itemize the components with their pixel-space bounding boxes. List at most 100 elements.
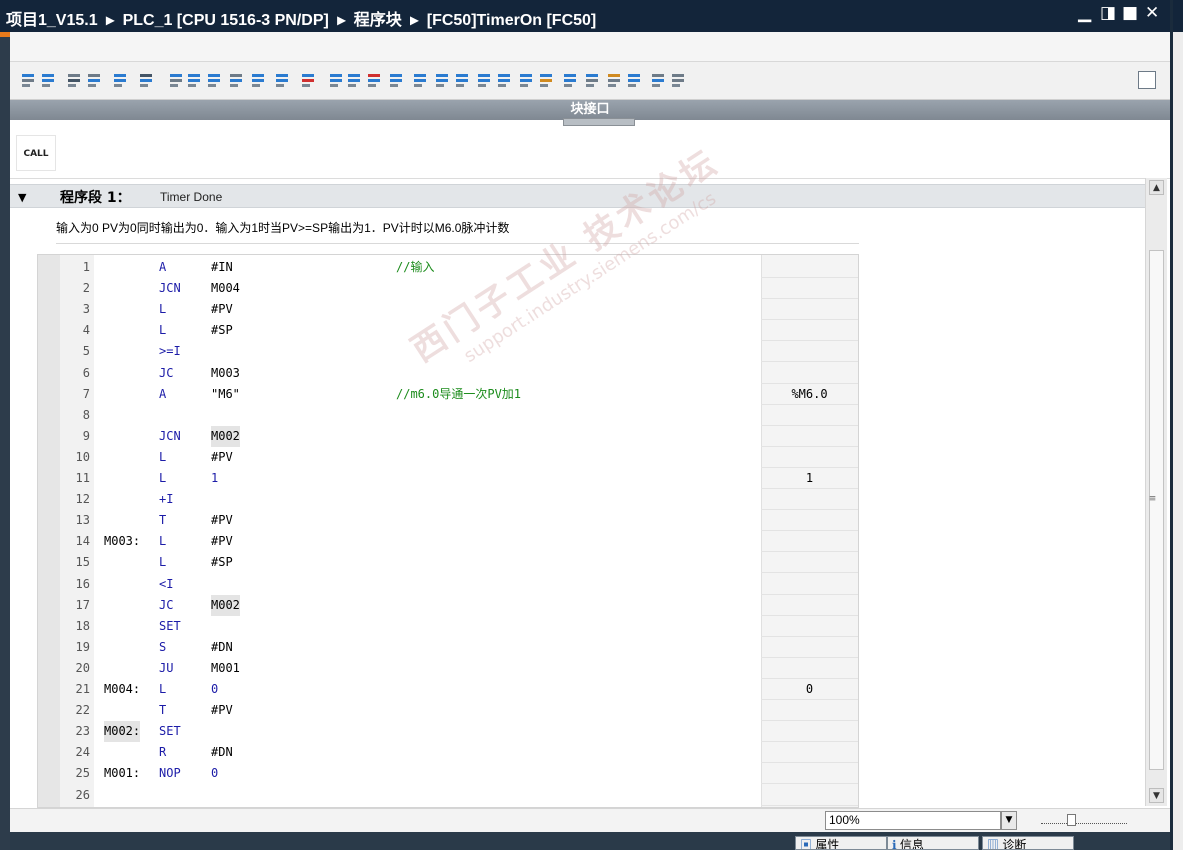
instruction: SET <box>159 724 181 739</box>
insert-network-icon[interactable] <box>20 71 38 89</box>
code-line[interactable]: 18 SET <box>38 616 858 637</box>
monitoring-on-icon[interactable] <box>650 71 668 89</box>
download-icon[interactable] <box>388 71 406 89</box>
show-comments-icon[interactable] <box>228 71 246 89</box>
instruction: >=I <box>159 344 181 359</box>
zoom-select[interactable]: 100% <box>825 811 1001 830</box>
code-line[interactable]: 9 JCN M002 <box>38 425 858 447</box>
call-button[interactable]: CALL <box>16 135 56 171</box>
zoom-slider[interactable] <box>1041 813 1127 829</box>
close-all-networks-icon[interactable] <box>562 71 580 89</box>
operand: 0 <box>211 766 219 781</box>
toggle-panel-icon[interactable] <box>1138 71 1156 89</box>
restore-icon[interactable]: ◨ <box>1100 3 1116 23</box>
operand: 1 <box>211 471 219 485</box>
instruction: L <box>159 534 167 549</box>
block-interface-bar[interactable]: 块接口 <box>10 100 1170 126</box>
code-line[interactable]: 7 A "M6" //m6.0导通一次PV加1 %M6.0 <box>38 384 858 405</box>
delete-network-icon[interactable] <box>40 71 58 89</box>
absolute-operands-icon[interactable] <box>186 71 204 89</box>
zoom-slider-knob[interactable] <box>1067 814 1076 826</box>
instruction-palette: CALL <box>10 127 1170 179</box>
status-zoom-bar: 100% ▼ <box>10 808 1170 832</box>
tab-diagnostics[interactable]: ▥ 诊断 <box>982 836 1074 850</box>
show-comments-icon[interactable] <box>626 71 644 89</box>
close-icon[interactable]: ✕ <box>1145 3 1159 23</box>
operand: #SP <box>211 555 233 570</box>
code-line[interactable]: 15 L #SP <box>38 552 858 574</box>
settings-icon[interactable] <box>412 71 430 89</box>
insert-row-icon[interactable] <box>66 71 84 89</box>
code-line[interactable]: 19 S #DN <box>38 637 858 658</box>
breakpoint-icon[interactable] <box>670 71 688 89</box>
right-task-panel[interactable] <box>1170 0 1183 850</box>
network-title[interactable]: Timer Done <box>160 190 222 204</box>
chevron-down-icon[interactable]: ▼ <box>1001 811 1017 830</box>
code-line[interactable]: 8 <box>38 405 858 426</box>
insert-network-icon[interactable] <box>434 71 452 89</box>
divider <box>56 243 859 244</box>
step-icon[interactable] <box>328 71 346 89</box>
scroll-thumb[interactable] <box>1149 250 1164 770</box>
grip-icon: ≡ <box>1148 494 1157 504</box>
scroll-down-icon[interactable]: ▼ <box>1149 788 1164 803</box>
scroll-up-icon[interactable]: ▲ <box>1149 180 1164 195</box>
delete-row-icon[interactable] <box>86 71 104 89</box>
compare-icon[interactable] <box>366 71 384 89</box>
absolute-operands-icon[interactable] <box>584 71 602 89</box>
jump-label: M003: <box>104 534 141 549</box>
breadcrumb-program-blocks[interactable]: 程序块 <box>354 12 402 29</box>
monitor-value: %M6.0 <box>791 386 828 401</box>
code-line[interactable]: 21 M004: L 0 0 <box>38 679 858 700</box>
operand: #IN <box>211 260 233 274</box>
minimize-icon[interactable]: ▁ <box>1078 3 1091 23</box>
breadcrumb-project[interactable]: 项目1_V15.1 <box>6 12 98 29</box>
instruction: L <box>159 323 167 338</box>
breadcrumb-block[interactable]: [FC50]TimerOn [FC50] <box>427 12 597 29</box>
code-line[interactable]: 1 A #IN //输入 <box>38 257 858 278</box>
delete-row-icon[interactable] <box>496 71 514 89</box>
monitoring-on-icon[interactable] <box>250 71 268 89</box>
breakpoint-icon[interactable] <box>274 71 292 89</box>
maximize-icon[interactable]: ■ <box>1122 3 1138 23</box>
network-comment[interactable]: 输入为0 PV为0同时输出为0．输入为1时当PV>=SP输出为1．PV计时以M6… <box>56 219 509 236</box>
insert-block-icon[interactable] <box>112 71 130 89</box>
vertical-scrollbar[interactable]: ▲ ≡ ▼ <box>1145 178 1167 806</box>
insert-row-icon[interactable] <box>476 71 494 89</box>
monitor-value: 1 <box>805 471 814 485</box>
open-all-networks-icon[interactable] <box>538 71 556 89</box>
splitter-handle[interactable] <box>563 118 635 126</box>
code-line[interactable]: 2 JCN M004 <box>38 278 858 300</box>
collapse-triangle-icon[interactable]: ▼ <box>18 191 26 204</box>
code-line[interactable]: 12 +I <box>38 489 858 511</box>
delete-network-icon[interactable] <box>454 71 472 89</box>
tab-info[interactable]: ℹ 信息 <box>887 836 979 850</box>
tab-properties[interactable]: ▣ 属性 <box>795 836 887 850</box>
code-line[interactable]: 17 JC M002 <box>38 594 858 616</box>
monitor-value: 0 <box>805 682 814 696</box>
instruction: S <box>159 639 167 654</box>
open-all-networks-icon[interactable] <box>138 71 156 89</box>
close-all-networks-icon[interactable] <box>168 71 186 89</box>
code-line[interactable]: 23 M002: SET <box>38 721 858 743</box>
code-line[interactable]: 26 <box>38 785 858 806</box>
breadcrumb-plc[interactable]: PLC_1 [CPU 1516-3 PN/DP] <box>123 12 329 29</box>
go-to-error-icon[interactable] <box>300 71 318 89</box>
code-line[interactable]: 16 <I <box>38 574 858 595</box>
code-line[interactable]: 13 T #PV <box>38 510 858 532</box>
line-number: 6 <box>82 365 90 380</box>
operand: #DN <box>211 745 233 760</box>
operand: 0 <box>211 682 219 696</box>
code-line[interactable]: 24 R #DN <box>38 742 858 764</box>
show-favorites-icon[interactable] <box>206 71 224 89</box>
code-line[interactable]: 10 L #PV <box>38 447 858 468</box>
show-favorites-icon[interactable] <box>606 71 624 89</box>
code-line[interactable]: 20 JU M001 <box>38 658 858 679</box>
code-line[interactable]: 14 M003: L #PV <box>38 531 858 553</box>
network-header[interactable]: ▼ 程序段 1： Timer Done <box>10 184 1145 208</box>
snapshot-icon[interactable] <box>346 71 364 89</box>
code-line[interactable]: 11 L 1 1 <box>38 468 858 489</box>
insert-block-icon[interactable] <box>518 71 536 89</box>
code-line[interactable]: 25 M001: NOP 0 <box>38 763 858 785</box>
code-line[interactable]: 22 T #PV <box>38 700 858 722</box>
